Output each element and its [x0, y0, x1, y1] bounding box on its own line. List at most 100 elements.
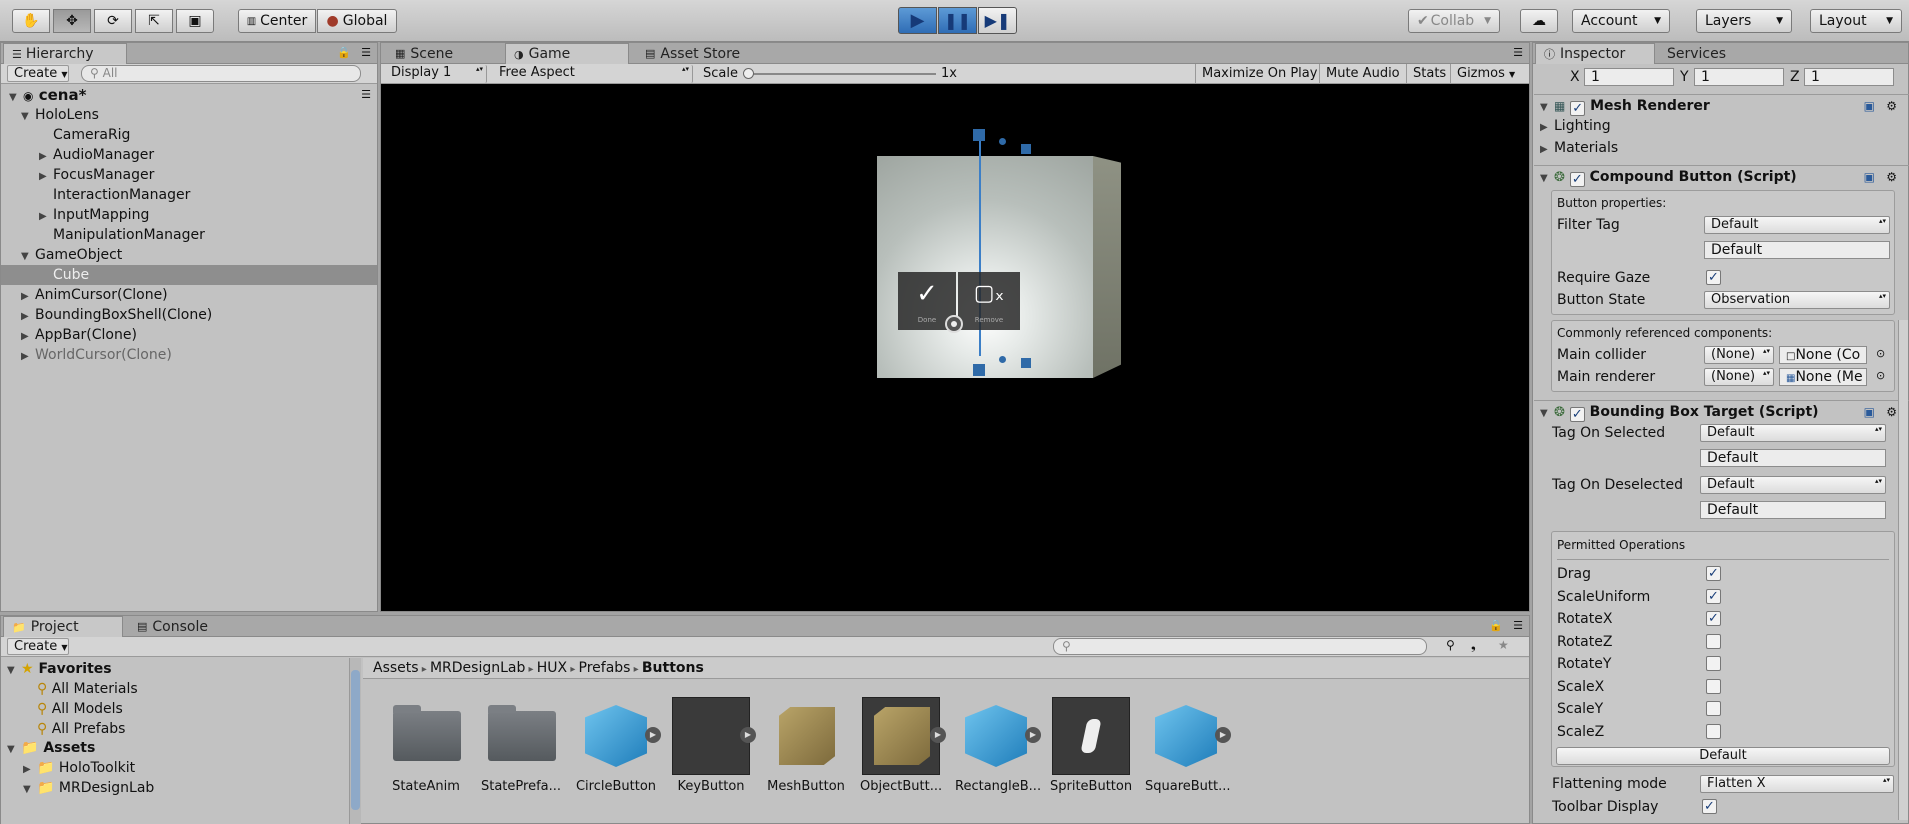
move-tool-button[interactable]: ✥: [53, 9, 91, 33]
scale-x-field[interactable]: 1: [1584, 68, 1674, 86]
scene-menu-icon[interactable]: ☰: [361, 85, 371, 105]
op-checkbox[interactable]: [1706, 678, 1721, 694]
breadcrumb-item[interactable]: Buttons: [642, 660, 704, 676]
hierarchy-create-button[interactable]: Create ▼: [7, 65, 69, 82]
gear-icon[interactable]: ⚙: [1886, 95, 1897, 117]
toolbar-display-checkbox[interactable]: ✓: [1702, 799, 1717, 814]
op-checkbox[interactable]: ✓: [1706, 611, 1721, 626]
object-picker-icon[interactable]: ⊙: [1876, 369, 1885, 382]
tab-inspector[interactable]: ⓘ Inspector: [1535, 43, 1655, 64]
scale-slider-track[interactable]: [746, 73, 936, 75]
panel-menu-icon[interactable]: ☰: [1513, 619, 1523, 632]
hierarchy-item[interactable]: ▶ WorldCursor(Clone): [1, 345, 377, 365]
expand-closed-icon[interactable]: ▶: [39, 147, 53, 167]
expand-prefab-icon[interactable]: ▶: [645, 727, 661, 743]
tab-scene[interactable]: ▦ Scene: [387, 43, 461, 64]
panel-menu-icon[interactable]: ☰: [361, 46, 371, 59]
asset-item[interactable]: ▶ ObjectButt...: [860, 697, 946, 794]
tree-scrollbar[interactable]: [349, 658, 361, 824]
expand-open-icon[interactable]: ▼: [21, 107, 35, 127]
main-renderer-select[interactable]: (None): [1704, 368, 1774, 386]
hierarchy-item[interactable]: ▼ HoloLens: [1, 105, 377, 125]
favorite-item[interactable]: ⚲ All Materials: [37, 679, 138, 699]
asset-item[interactable]: ▶ KeyButton: [670, 697, 756, 794]
expand-prefab-icon[interactable]: ▶: [740, 727, 756, 743]
op-checkbox[interactable]: [1706, 633, 1721, 649]
op-checkbox[interactable]: [1706, 656, 1721, 671]
pause-button[interactable]: ❚❚: [938, 7, 977, 34]
main-renderer-object-field[interactable]: ▦None (Me: [1779, 368, 1867, 386]
compound-button-header[interactable]: ▼ ❂ ✓ Compound Button (Script) ▣ ⚙: [1534, 165, 1909, 187]
hierarchy-item[interactable]: ▼ GameObject: [1, 245, 377, 265]
stats-toggle[interactable]: Stats: [1406, 64, 1452, 83]
game-render[interactable]: ✓ Done ▢ₓ Remove: [381, 86, 1529, 611]
button-state-select[interactable]: Observation: [1704, 291, 1890, 309]
asset-item[interactable]: ▶ RectangleB...: [955, 697, 1041, 794]
rect-tool-button[interactable]: ▣: [176, 9, 214, 33]
bbox-handle[interactable]: [973, 364, 985, 376]
hierarchy-item[interactable]: ManipulationManager: [1, 225, 377, 245]
filter-tag-field[interactable]: Default: [1704, 241, 1890, 259]
op-checkbox[interactable]: [1706, 723, 1721, 739]
expand-open-icon[interactable]: ▼: [23, 780, 37, 800]
breadcrumb-item[interactable]: Assets: [373, 660, 419, 676]
asset-folder-item[interactable]: ▶ 📁 HoloToolkit: [23, 758, 135, 778]
layout-dropdown[interactable]: Layout ▼: [1810, 9, 1902, 33]
scale-z-field[interactable]: 1: [1804, 68, 1894, 86]
scene-row[interactable]: ▼ ◉ cena* ☰: [1, 85, 377, 105]
scale-tool-button[interactable]: ⇱: [135, 9, 173, 33]
assets-foldout[interactable]: ▼ 📁 Assets: [7, 738, 95, 758]
display-select[interactable]: Display 1: [385, 65, 487, 83]
hand-tool-button[interactable]: ✋: [12, 9, 50, 33]
appbar-remove-button[interactable]: ▢ₓ Remove: [958, 272, 1020, 330]
project-search-input[interactable]: ⚲: [1053, 638, 1427, 655]
hierarchy-item[interactable]: CameraRig: [1, 125, 377, 145]
tag-on-deselected-field[interactable]: Default: [1700, 501, 1886, 519]
mute-audio-toggle[interactable]: Mute Audio: [1319, 64, 1406, 83]
expand-open-icon[interactable]: ▼: [21, 247, 35, 267]
op-checkbox[interactable]: ✓: [1706, 566, 1721, 581]
pivot-center-button[interactable]: ▥ Center: [238, 9, 316, 33]
expand-prefab-icon[interactable]: ▶: [1215, 727, 1231, 743]
layers-dropdown[interactable]: Layers ▼: [1696, 9, 1792, 33]
account-dropdown[interactable]: Account ▼: [1572, 9, 1670, 33]
main-collider-object-field[interactable]: □None (Co: [1779, 346, 1867, 364]
step-button[interactable]: ▶❚: [978, 7, 1017, 34]
rotate-tool-button[interactable]: ⟳: [94, 9, 132, 33]
materials-foldout[interactable]: ▶ Materials: [1540, 138, 1618, 158]
cloud-button[interactable]: ☁: [1520, 9, 1558, 33]
project-create-button[interactable]: Create ▼: [7, 638, 69, 655]
favorite-item[interactable]: ⚲ All Prefabs: [37, 719, 125, 739]
collab-dropdown[interactable]: ✔ Collab ▼: [1408, 9, 1500, 33]
favorites-foldout[interactable]: ▼ ★ Favorites: [7, 659, 112, 679]
gizmos-toggle[interactable]: Gizmos ▼: [1450, 64, 1521, 83]
lock-icon[interactable]: 🔒: [337, 46, 351, 59]
asset-item[interactable]: StateAnim: [385, 697, 467, 794]
op-checkbox[interactable]: ✓: [1706, 588, 1721, 604]
help-icon[interactable]: ▣: [1864, 401, 1875, 423]
expand-closed-icon[interactable]: ▶: [21, 347, 35, 367]
asset-item[interactable]: StatePrefa...: [480, 697, 562, 794]
hierarchy-item[interactable]: ▶ InputMapping: [1, 205, 377, 225]
filter-by-type-icon[interactable]: ⚲: [1446, 638, 1455, 652]
asset-item[interactable]: ▶ SquareButt...: [1145, 697, 1231, 794]
lock-icon[interactable]: 🔒: [1489, 619, 1503, 632]
compound-button-enabled-checkbox[interactable]: ✓: [1569, 172, 1585, 187]
hierarchy-item[interactable]: ▶ AnimCursor(Clone): [1, 285, 377, 305]
hierarchy-item[interactable]: ▶ FocusManager: [1, 165, 377, 185]
panel-menu-icon[interactable]: ☰: [1513, 46, 1523, 59]
bbt-enabled-checkbox[interactable]: ✓: [1569, 407, 1585, 422]
expand-closed-icon[interactable]: ▶: [21, 287, 35, 307]
asset-item[interactable]: ▶ CircleButton: [575, 697, 661, 794]
tab-project[interactable]: 📁 Project: [3, 616, 123, 637]
scrollbar-thumb[interactable]: [351, 670, 360, 810]
tab-hierarchy[interactable]: ☰ Hierarchy: [3, 43, 127, 64]
scale-y-field[interactable]: 1: [1694, 68, 1784, 86]
asset-folder-item[interactable]: ▼ 📁 MRDesignLab: [23, 778, 154, 798]
expand-closed-icon[interactable]: ▶: [39, 207, 53, 227]
tab-console[interactable]: ▤ Console: [129, 616, 216, 637]
expand-closed-icon[interactable]: ▶: [21, 307, 35, 327]
bbox-rotate-handle[interactable]: [999, 356, 1006, 363]
breadcrumb-item[interactable]: Prefabs: [579, 660, 631, 676]
tag-on-deselected-select[interactable]: Default: [1700, 476, 1886, 494]
